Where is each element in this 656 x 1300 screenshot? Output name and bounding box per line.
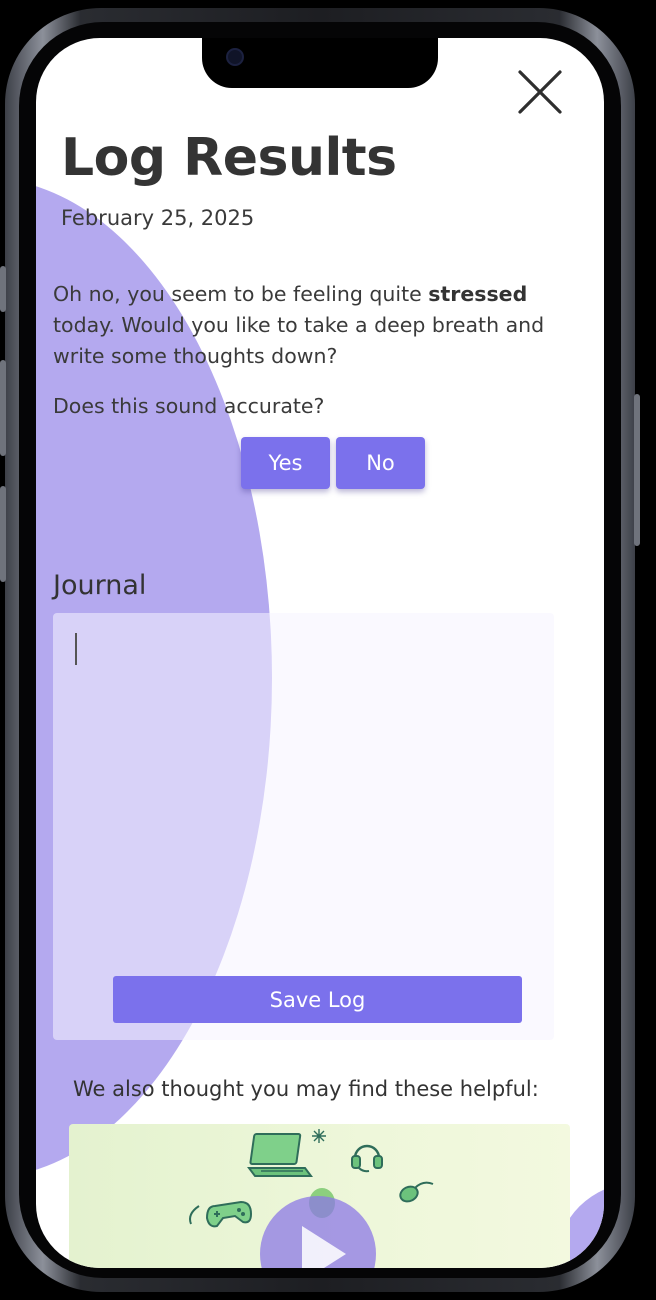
app-screen: Log Results February 25, 2025 Oh no, you… <box>36 38 604 1268</box>
phone-side-button-left-2 <box>0 360 6 456</box>
mood-word: stressed <box>428 282 528 306</box>
no-button[interactable]: No <box>336 437 425 489</box>
sparkle-icon <box>312 1129 326 1143</box>
resource-card[interactable] <box>69 1124 570 1268</box>
save-log-button[interactable]: Save Log <box>113 976 522 1023</box>
text-cursor <box>75 633 77 665</box>
mouse-icon <box>399 1181 434 1203</box>
page-title: Log Results <box>61 128 397 188</box>
yes-button[interactable]: Yes <box>241 437 330 489</box>
phone-notch <box>202 38 438 88</box>
journal-input[interactable] <box>53 613 554 953</box>
mood-message: Oh no, you seem to be feeling quite stre… <box>53 279 583 372</box>
headset-icon <box>351 1144 383 1173</box>
accuracy-question: Does this sound accurate? <box>53 394 325 418</box>
phone-side-button-left-3 <box>0 486 6 582</box>
game-controller-icon <box>189 1200 253 1228</box>
phone-side-button-left-1 <box>0 266 6 312</box>
phone-side-button-right <box>634 394 640 546</box>
mood-message-start: Oh no, you seem to be feeling quite <box>53 282 429 306</box>
journal-box: Save Log <box>53 613 554 1040</box>
helpful-intro: We also thought you may find these helpf… <box>73 1077 539 1101</box>
close-icon <box>518 70 562 114</box>
play-icon <box>302 1226 346 1268</box>
journal-label: Journal <box>53 570 147 601</box>
close-button[interactable] <box>516 68 564 116</box>
play-button[interactable] <box>260 1196 376 1268</box>
log-date: February 25, 2025 <box>61 206 255 230</box>
camera-icon <box>226 48 244 66</box>
mood-message-end: today. Would you like to take a deep bre… <box>53 313 545 368</box>
laptop-icon <box>247 1133 313 1177</box>
